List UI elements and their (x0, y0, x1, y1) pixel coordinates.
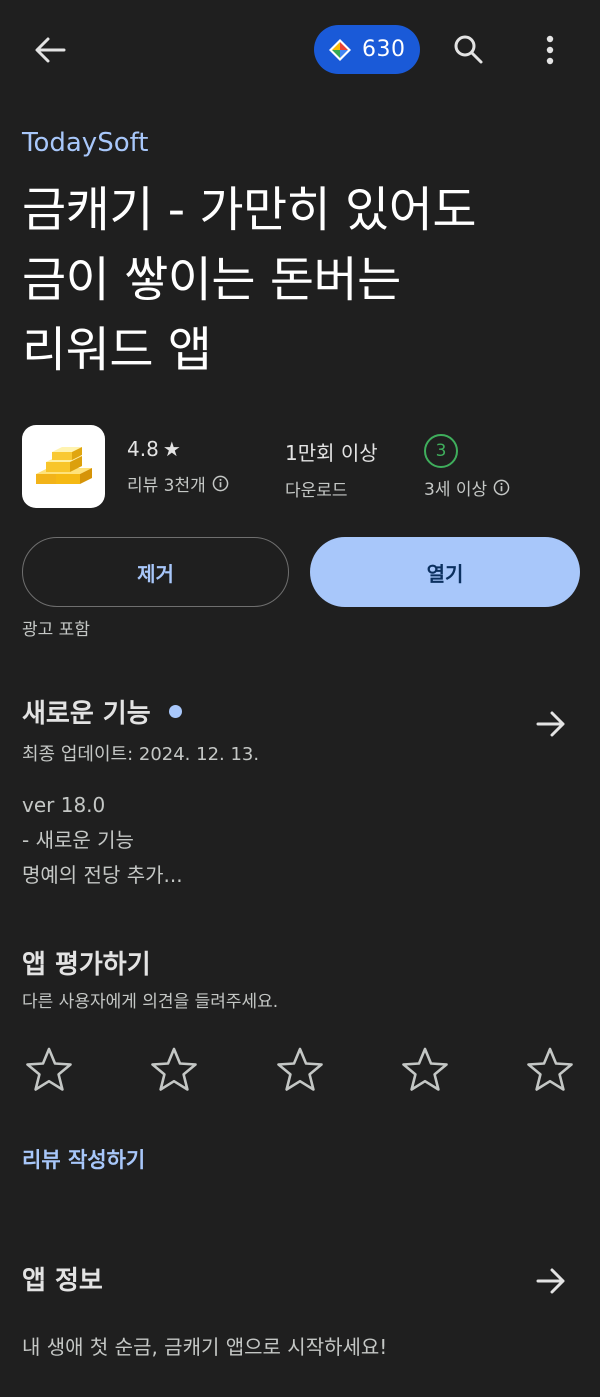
star-outline-icon[interactable] (526, 1046, 574, 1092)
arrow-right-icon (536, 711, 565, 737)
rating-stat[interactable]: 4.8 ★ 리뷰 3천개 (127, 437, 229, 496)
downloads-stat: 1만회 이상 다운로드 (285, 437, 378, 501)
age-rating-label: 3세 이상 (424, 480, 488, 500)
arrow-left-icon (35, 37, 66, 63)
release-note-line: 명예의 전당 추가... (22, 863, 183, 887)
more-vert-icon (546, 35, 554, 65)
points-value: 630 (362, 37, 406, 62)
about-app-title: 앱 정보 (22, 1266, 103, 1296)
whats-new-title: 새로운 기능 (22, 699, 151, 729)
app-title: 금캐기 - 가만히 있어도 금이 쌓이는 돈버는 리워드 앱 (22, 175, 592, 385)
about-app-header[interactable]: 앱 정보 (22, 1260, 580, 1304)
reviews-count: 리뷰 3천개 (127, 476, 206, 496)
release-note-line: - 새로운 기능 (22, 828, 134, 852)
about-app-description: 내 생애 첫 순금, 금캐기 앱으로 시작하세요! (22, 1335, 388, 1359)
contains-ads-notice: 광고 포함 (22, 620, 90, 640)
open-button[interactable]: 열기 (310, 537, 580, 607)
whats-new-header[interactable]: 새로운 기능 최종 업데이트: 2024. 12. 13. (22, 693, 580, 765)
release-notes: ver 18.0 - 새로운 기능 명예의 전당 추가... (22, 788, 183, 893)
age-rating-badge: 3 (424, 434, 458, 468)
rating-value: 4.8 (127, 437, 159, 461)
star-outline-icon[interactable] (276, 1046, 324, 1092)
back-button[interactable] (28, 30, 72, 70)
search-button[interactable] (448, 28, 488, 70)
play-points-icon (329, 38, 351, 61)
info-icon (212, 475, 229, 492)
star-outline-icon[interactable] (25, 1046, 73, 1092)
app-title-line: 금이 쌓이는 돈버는 (22, 252, 401, 308)
search-icon (454, 35, 483, 64)
write-review-link[interactable]: 리뷰 작성하기 (22, 1144, 145, 1174)
downloads-value: 1만회 이상 (285, 441, 378, 465)
gold-bars-icon (35, 446, 92, 484)
rate-app-title: 앱 평가하기 (22, 950, 151, 980)
info-icon (493, 479, 510, 496)
star-outline-icon[interactable] (150, 1046, 198, 1092)
app-icon (22, 425, 105, 508)
developer-link[interactable]: TodaySoft (22, 128, 149, 158)
more-options-button[interactable] (532, 28, 568, 72)
arrow-right-icon (536, 1268, 565, 1294)
downloads-label: 다운로드 (285, 481, 348, 501)
uninstall-button[interactable]: 제거 (22, 537, 289, 607)
release-note-line: ver 18.0 (22, 793, 106, 817)
star-outline-icon[interactable] (401, 1046, 449, 1092)
app-title-line: 금캐기 - 가만히 있어도 (22, 182, 477, 238)
star-icon: ★ (162, 437, 181, 461)
content-rating-stat[interactable]: 3 3세 이상 (424, 434, 510, 500)
last-updated: 최종 업데이트: 2024. 12. 13. (22, 744, 260, 765)
app-title-line: 리워드 앱 (22, 322, 212, 378)
new-indicator-dot (168, 705, 182, 718)
play-points-badge[interactable]: 630 (314, 25, 420, 74)
rate-app-subtitle: 다른 사용자에게 의견을 들려주세요. (22, 992, 279, 1012)
